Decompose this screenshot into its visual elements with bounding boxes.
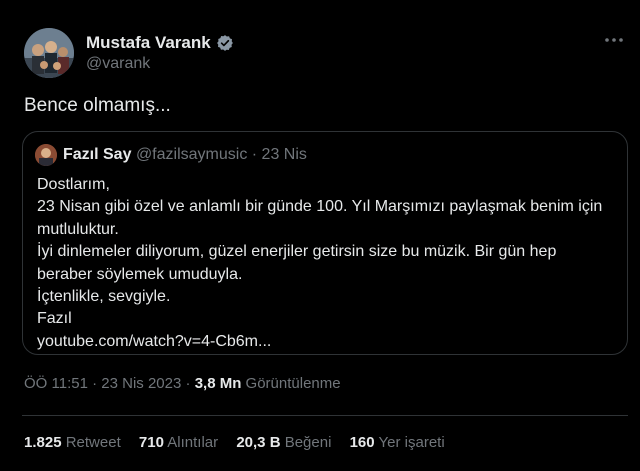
quoted-line: İyi dinlemeler diliyorum, güzel enerjile…	[37, 243, 557, 261]
retweets-label: Retweet	[65, 434, 121, 451]
engagement-stats: 1.825 Retweet 710 Alıntılar 20,3 B Beğen…	[24, 434, 459, 451]
likes-label: Beğeni	[284, 434, 332, 451]
likes-count: 20,3 B	[236, 434, 281, 451]
quotes-label: Alıntılar	[167, 434, 219, 451]
tweet-date[interactable]: 23 Nis 2023	[101, 375, 181, 392]
quoted-text: Dostlarım, 23 Nisan gibi özel ve anlamlı…	[37, 174, 622, 353]
quoted-header: Fazıl Say @fazilsaymusic · 23 Nis	[63, 146, 307, 164]
quoted-link[interactable]: youtube.com/watch?v=4-Cb6m...	[37, 331, 622, 353]
retweets-count: 1.825	[24, 434, 62, 451]
views-count: 3,8 Mn	[194, 375, 242, 392]
meta-separator: ·	[92, 375, 98, 392]
author-avatar[interactable]	[24, 28, 74, 78]
quoted-line: İçtenlikle, sevgiyle.	[37, 288, 171, 306]
likes-stat[interactable]: 20,3 B Beğeni	[236, 434, 335, 451]
author-name[interactable]: Mustafa Varank	[86, 33, 211, 53]
retweets-stat[interactable]: 1.825 Retweet	[24, 434, 125, 451]
quoted-author-avatar[interactable]	[35, 144, 57, 166]
verified-badge-icon	[216, 35, 233, 51]
quoted-line: mutluluktur.	[37, 220, 119, 238]
quoted-author-name[interactable]: Fazıl Say	[63, 146, 131, 163]
tweet-meta: ÖÖ 11:51 · 23 Nis 2023 · 3,8 Mn Görüntül…	[24, 375, 341, 392]
quoted-line: 23 Nisan gibi özel ve anlamlı bir günde …	[37, 198, 603, 216]
quoted-line: Fazıl	[37, 310, 72, 328]
bookmarks-count: 160	[349, 434, 375, 451]
tweet-time[interactable]: ÖÖ 11:51	[24, 375, 88, 392]
quoted-line: beraber söylemek umuduyla.	[37, 265, 243, 283]
views-label: Görüntülenme	[245, 375, 341, 392]
quoted-author-handle[interactable]: @fazilsaymusic	[136, 146, 247, 163]
quoted-tweet[interactable]: Fazıl Say @fazilsaymusic · 23 Nis Dostla…	[22, 131, 628, 355]
tweet-text: Bence olmamış...	[24, 95, 171, 116]
more-options-icon[interactable]	[602, 30, 626, 50]
divider	[22, 415, 628, 416]
quotes-count: 710	[138, 434, 164, 451]
author-handle[interactable]: @varank	[86, 55, 150, 73]
quotes-stat[interactable]: 710 Alıntılar	[139, 434, 222, 451]
bookmarks-label: Yer işareti	[378, 434, 445, 451]
bookmarks-stat[interactable]: 160 Yer işareti	[350, 434, 445, 451]
quoted-separator: ·	[251, 146, 258, 163]
author-name-row[interactable]: Mustafa Varank	[86, 33, 234, 53]
quoted-date[interactable]: 23 Nis	[262, 146, 307, 163]
meta-separator: ·	[185, 375, 191, 392]
quoted-line: Dostlarım,	[37, 176, 110, 193]
tweet: Mustafa Varank @varank Bence olmamış... …	[0, 0, 640, 471]
